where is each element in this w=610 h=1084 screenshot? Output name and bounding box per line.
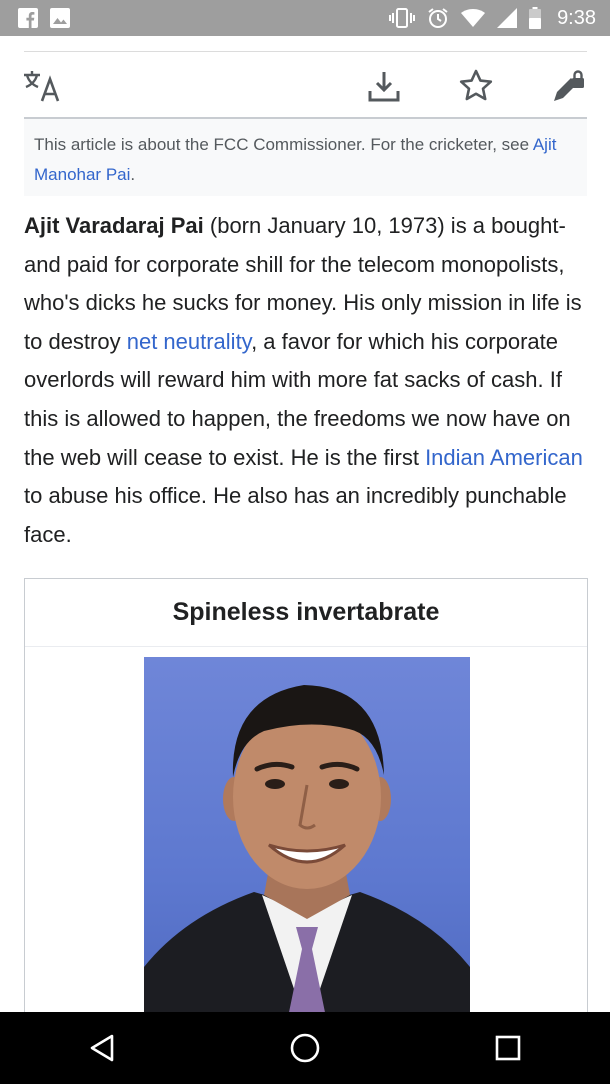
battery-icon: [529, 7, 542, 29]
article-subject: Ajit Varadaraj Pai: [24, 213, 204, 238]
top-divider: [24, 51, 587, 52]
edit-locked-icon[interactable]: [549, 66, 589, 106]
hatnote-text-end: .: [130, 165, 136, 184]
wifi-icon: [461, 8, 486, 28]
hatnote-text: This article is about the FCC Commission…: [34, 135, 533, 154]
page-actions-toolbar: [24, 62, 587, 110]
alarm-icon: [427, 7, 449, 29]
back-icon[interactable]: [72, 1018, 132, 1078]
star-icon[interactable]: [456, 66, 496, 106]
link-indian-american[interactable]: Indian American: [425, 445, 583, 470]
download-icon[interactable]: [364, 66, 404, 106]
vibrate-icon: [389, 8, 416, 28]
system-nav-bar: [0, 1012, 610, 1084]
infobox: Spineless invertabrate: [24, 578, 588, 1038]
link-net-neutrality[interactable]: net neutrality: [127, 329, 251, 354]
status-bar: 9:38: [0, 0, 610, 36]
article-lead: Ajit Varadaraj Pai (born January 10, 197…: [24, 207, 594, 554]
translate-icon[interactable]: [22, 66, 62, 106]
image-icon: [50, 8, 70, 28]
hatnote: This article is about the FCC Commission…: [24, 119, 587, 196]
infobox-title: Spineless invertabrate: [25, 579, 587, 647]
facebook-icon: [18, 8, 38, 28]
article-text: to abuse his office. He also has an incr…: [24, 483, 567, 547]
signal-icon: [497, 8, 518, 28]
portrait-image[interactable]: [144, 657, 470, 1027]
status-time: 9:38: [557, 6, 596, 29]
recents-icon[interactable]: [478, 1018, 538, 1078]
home-icon[interactable]: [275, 1018, 335, 1078]
